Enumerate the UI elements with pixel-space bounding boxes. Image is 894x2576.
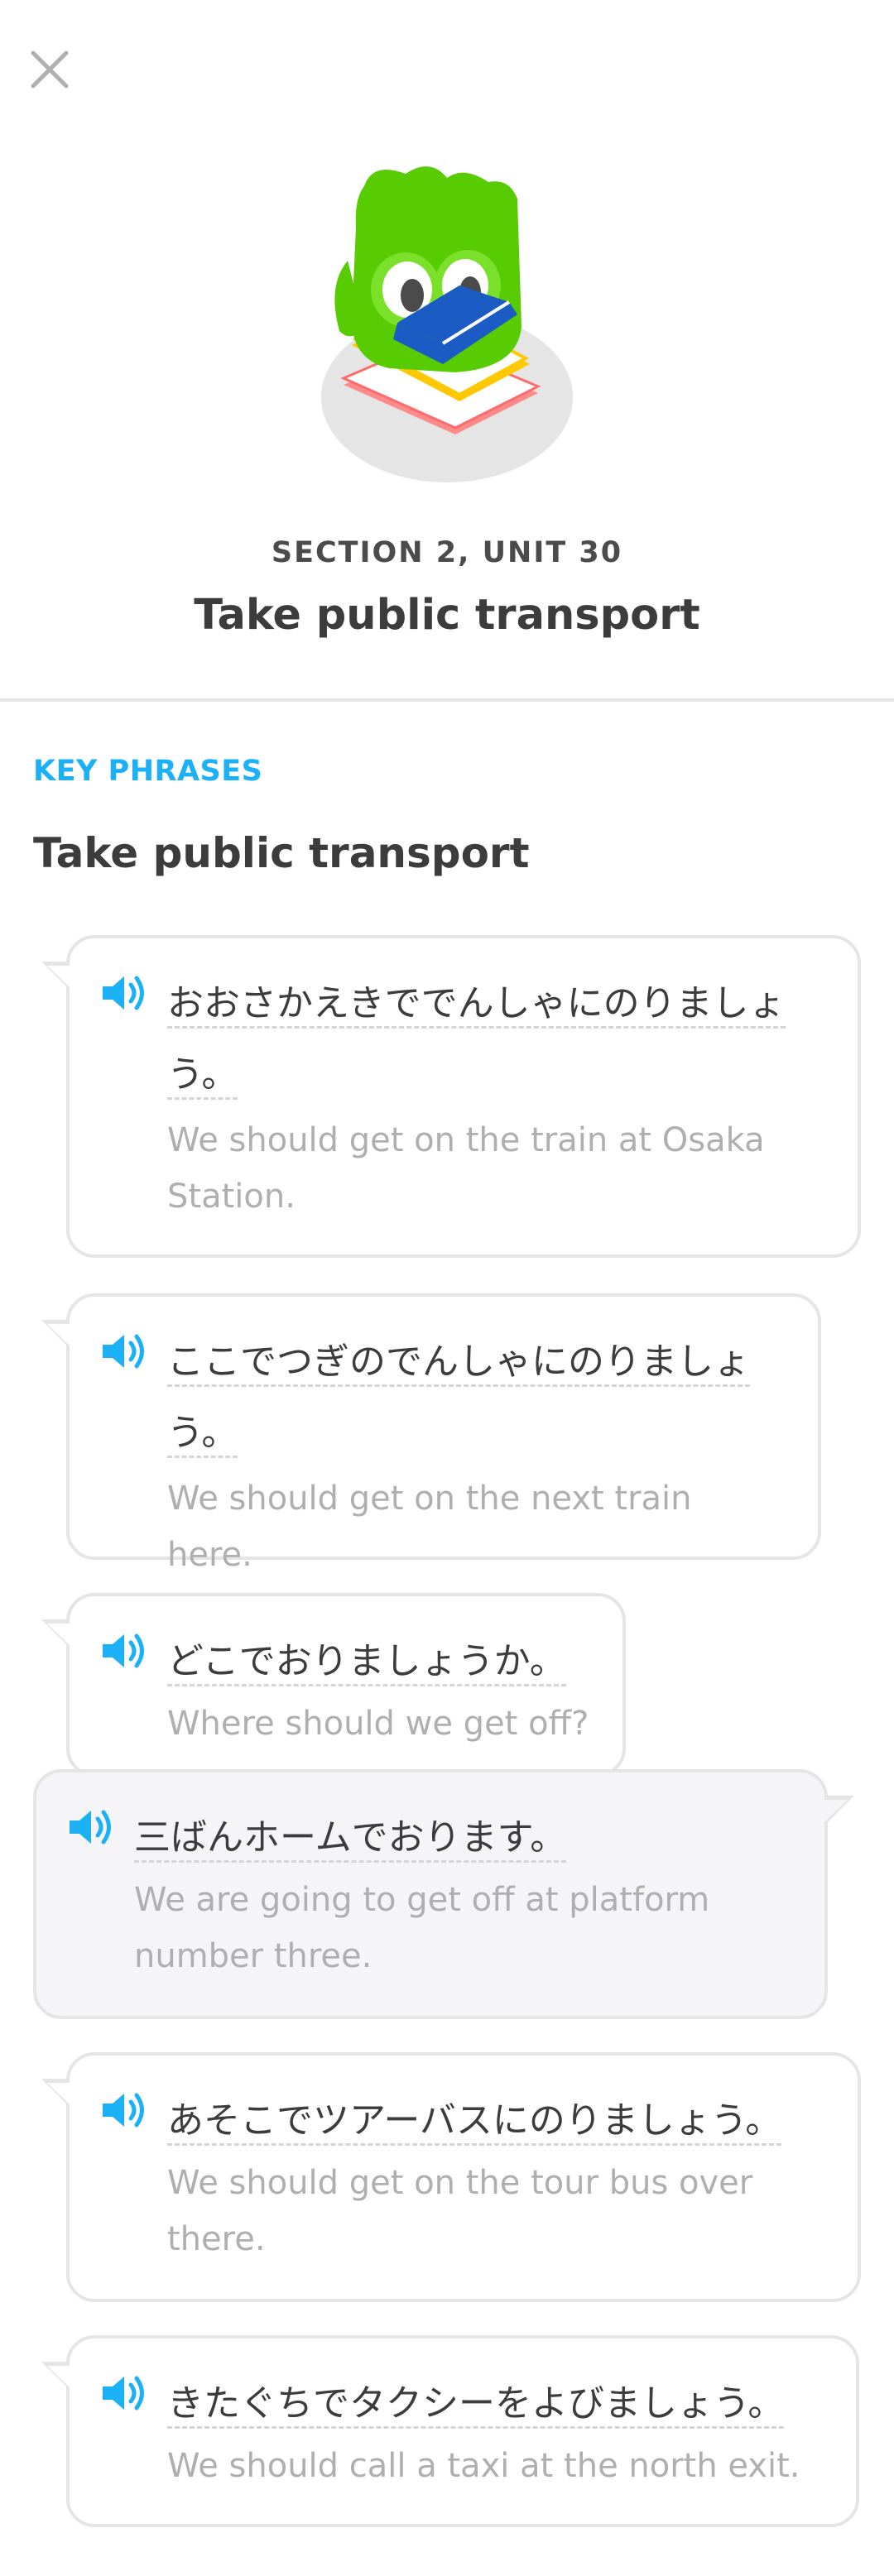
speaker-icon	[103, 2093, 144, 2127]
speaker-icon	[103, 976, 144, 1010]
phrase-english: We are going to get off at platform numb…	[134, 1881, 710, 1975]
speaker-button[interactable]	[99, 2089, 149, 2132]
phrase-english: We should get on the train at Osaka Stat…	[167, 1121, 765, 1216]
phrase-bubble: おおさかえきででんしゃにのりましょう。 We should get on the…	[41, 935, 861, 1258]
unit-label: SECTION 2, UNIT 30	[271, 536, 623, 569]
phrase-english: Where should we get off?	[167, 1705, 589, 1743]
speaker-icon	[103, 1334, 144, 1369]
phrase-bubble: あそこでツアーバスにのりましょう。 We should get on the t…	[41, 2052, 861, 2302]
phrase-japanese[interactable]: きたぐちでタクシーをよびましょう。	[167, 2368, 823, 2439]
phrase-english: We should call a taxi at the north exit.	[167, 2447, 800, 2485]
phrase-english: We should get on the tour bus over there…	[167, 2164, 753, 2258]
header-divider	[0, 698, 894, 702]
phrase-bubble-highlighted: 三ばんホームでおります。 We are going to get off at …	[33, 1769, 854, 2019]
speaker-button[interactable]	[99, 1330, 149, 1373]
phrase-japanese[interactable]: ここでつぎのでんしゃにのりましょう。	[167, 1326, 785, 1469]
speaker-button[interactable]	[99, 2372, 149, 2415]
lesson-guidebook-page: SECTION 2, UNIT 30 Take public transport…	[0, 0, 894, 2576]
speaker-button[interactable]	[66, 1806, 116, 1849]
phrase-japanese[interactable]: 三ばんホームでおります。	[134, 1802, 791, 1873]
speaker-icon	[103, 1633, 144, 1668]
phrase-english: We should get on the next train here.	[167, 1480, 692, 1574]
phrase-japanese[interactable]: おおさかえきででんしゃにのりましょう。	[167, 968, 824, 1111]
speaker-icon	[70, 1810, 111, 1844]
owl-reading-illustration	[321, 166, 573, 482]
phrase-bubble: ここでつぎのでんしゃにのりましょう。 We should get on the …	[41, 1293, 821, 1574]
close-button[interactable]	[28, 48, 71, 91]
close-icon	[31, 50, 69, 89]
speaker-icon	[103, 2376, 144, 2411]
phrase-japanese[interactable]: あそこでツアーバスにのりましょう。	[167, 2085, 824, 2156]
unit-title: Take public transport	[194, 591, 700, 640]
speaker-button[interactable]	[99, 971, 149, 1015]
key-phrases-title: Take public transport	[33, 829, 530, 877]
phrase-japanese[interactable]: どこでおりましょうか。	[167, 1626, 589, 1697]
key-phrases-kicker: KEY PHRASES	[33, 755, 263, 788]
speaker-button[interactable]	[99, 1629, 149, 1672]
phrase-bubble: どこでおりましょうか。 Where should we get off?	[41, 1593, 626, 1777]
phrase-bubble: きたぐちでタクシーをよびましょう。 We should call a taxi …	[41, 2335, 859, 2527]
